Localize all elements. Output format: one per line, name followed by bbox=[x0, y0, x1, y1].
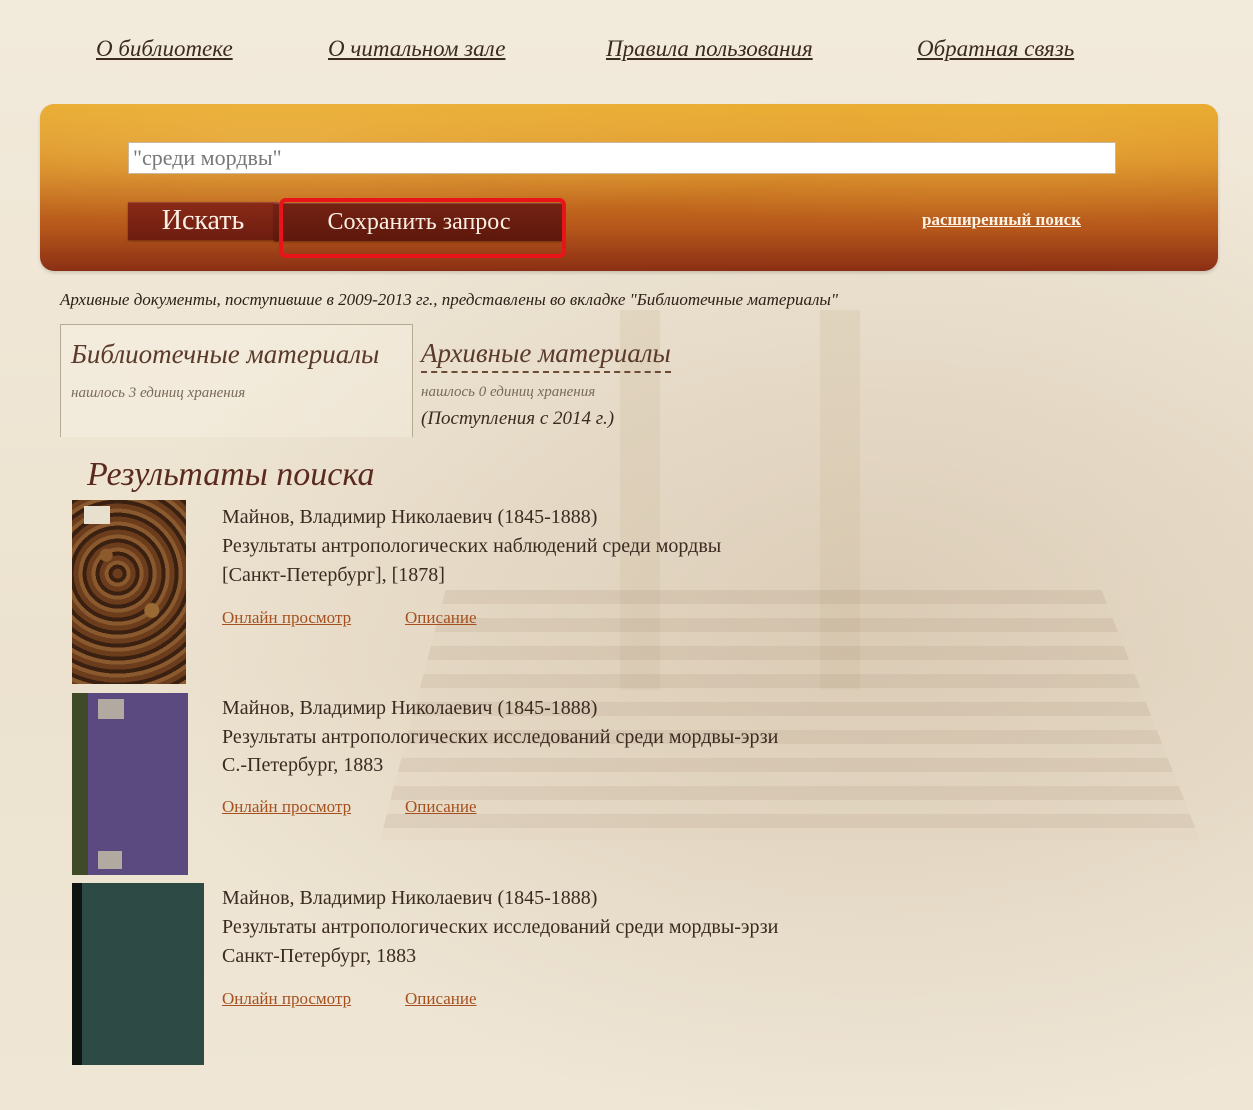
book-cover-thumbnail[interactable] bbox=[72, 693, 188, 875]
description-link[interactable]: Описание bbox=[405, 989, 477, 1009]
tab-library-materials[interactable]: Библиотечные материалы нашлось 3 единиц … bbox=[60, 324, 413, 437]
nav-link-rules[interactable]: Правила пользования bbox=[606, 36, 813, 62]
nav-link-about-library[interactable]: О библиотеке bbox=[96, 36, 233, 62]
cover-label bbox=[98, 699, 124, 719]
advanced-search-link[interactable]: расширенный поиск bbox=[922, 210, 1081, 230]
online-view-link[interactable]: Онлайн просмотр bbox=[222, 989, 351, 1009]
result-author: Майнов, Владимир Николаевич (1845-1888) bbox=[222, 887, 598, 909]
search-button[interactable]: Искать bbox=[128, 202, 278, 240]
result-item: Майнов, Владимир Николаевич (1845-1888) … bbox=[72, 693, 972, 875]
cover-label bbox=[98, 851, 122, 869]
result-item: Майнов, Владимир Николаевич (1845-1888) … bbox=[72, 500, 972, 685]
tab-archive-materials-title[interactable]: Архивные материалы bbox=[421, 338, 671, 373]
online-view-link[interactable]: Онлайн просмотр bbox=[222, 797, 351, 817]
search-input[interactable] bbox=[128, 142, 1116, 174]
search-banner: Искать Сохранить запрос расширенный поис… bbox=[40, 104, 1218, 271]
results-title: Результаты поиска bbox=[87, 456, 375, 493]
save-query-button[interactable]: Сохранить запрос bbox=[274, 203, 564, 241]
result-author: Майнов, Владимир Николаевич (1845-1888) bbox=[222, 506, 598, 528]
tab-library-materials-count: нашлось 3 единиц хранения bbox=[71, 385, 246, 401]
result-item: Майнов, Владимир Николаевич (1845-1888) … bbox=[72, 883, 972, 1065]
top-navigation: О библиотеке О читальном зале Правила по… bbox=[0, 36, 1253, 76]
tab-archive-materials-note: (Поступления с 2014 г.) bbox=[421, 408, 615, 429]
book-cover-thumbnail[interactable] bbox=[72, 500, 186, 684]
tab-archive-materials[interactable]: Архивные материалы нашлось 0 единиц хран… bbox=[420, 324, 720, 436]
nav-link-reading-room[interactable]: О читальном зале bbox=[328, 36, 505, 62]
cover-label bbox=[84, 506, 110, 524]
nav-link-feedback[interactable]: Обратная связь bbox=[917, 36, 1074, 62]
tab-archive-materials-count: нашлось 0 единиц хранения bbox=[421, 384, 596, 400]
tab-library-materials-title: Библиотечные материалы bbox=[71, 339, 380, 369]
description-link[interactable]: Описание bbox=[405, 608, 477, 628]
description-link[interactable]: Описание bbox=[405, 797, 477, 817]
result-imprint: [Санкт-Петербург], [1878] bbox=[222, 564, 445, 586]
result-imprint: С.-Петербург, 1883 bbox=[222, 754, 384, 776]
result-title: Результаты антропологических исследовани… bbox=[222, 916, 779, 938]
result-imprint: Санкт-Петербург, 1883 bbox=[222, 945, 417, 967]
result-title: Результаты антропологических исследовани… bbox=[222, 726, 779, 748]
book-cover-thumbnail[interactable] bbox=[72, 883, 204, 1065]
online-view-link[interactable]: Онлайн просмотр bbox=[222, 608, 351, 628]
result-author: Майнов, Владимир Николаевич (1845-1888) bbox=[222, 697, 598, 719]
result-title: Результаты антропологических наблюдений … bbox=[222, 535, 722, 557]
archive-notice: Архивные документы, поступившие в 2009-2… bbox=[60, 290, 839, 309]
